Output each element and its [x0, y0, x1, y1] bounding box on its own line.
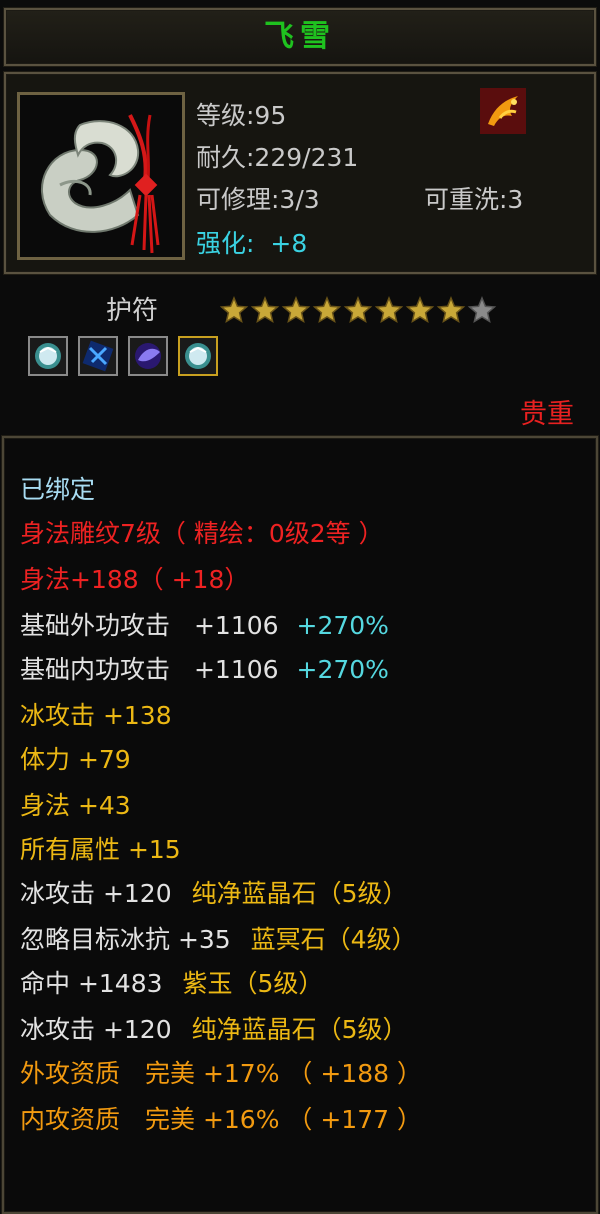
item-enhance: 强化: +8: [196, 224, 307, 260]
item-durability: 耐久:229/231: [196, 143, 359, 172]
gem1-name: 纯净蓝晶石（5级）: [191, 879, 408, 908]
item-type: 护符: [106, 296, 159, 326]
engraving-bonus-line: 身法+188（ +18）: [20, 565, 250, 594]
base-ext-label: 基础外功攻击: [20, 611, 171, 640]
jade-fox-tail-amulet-icon: [20, 95, 182, 257]
enhance-label: 强化:: [196, 229, 255, 258]
stamina: 体力 +79: [20, 745, 131, 774]
base-internal-attack: 基础内功攻击 +1106 +270%: [20, 650, 389, 686]
bound-status: 已绑定: [20, 475, 96, 504]
gem3-name: 紫玉（5级）: [182, 969, 324, 998]
gem-attribute-3: 命中 +1483 紫玉（5级）: [20, 964, 323, 1000]
phoenix-emblem-icon[interactable]: [480, 88, 526, 134]
attribute-panel: 已绑定 身法雕纹7级（ 精绘：0级2等 ） 身法+188（ +18） 基础外功攻…: [2, 436, 598, 1214]
star-filled-icon: [312, 296, 342, 324]
gem-socket-3[interactable]: [128, 336, 168, 376]
star-filled-icon: [250, 296, 280, 324]
agility: 身法 +43: [20, 791, 131, 820]
item-level: 等级:95: [196, 101, 287, 130]
item-icon-frame[interactable]: [17, 92, 185, 260]
base-ext-value: +1106: [193, 611, 279, 640]
star-filled-icon: [405, 296, 435, 324]
star-filled-icon: [281, 296, 311, 324]
gem-attribute-1: 冰攻击 +120 纯净蓝晶石（5级）: [20, 874, 408, 910]
gem-socket-1[interactable]: [28, 336, 68, 376]
item-repairable: 可修理:3/3: [196, 185, 320, 214]
internal-aptitude: 内攻资质 完美 +16% （ +177 ）: [20, 1105, 422, 1134]
item-name: 飞雪: [264, 19, 336, 54]
ice-attack: 冰攻击 +138: [20, 701, 172, 730]
white-gem-icon: [185, 343, 211, 369]
base-int-pct: +270%: [296, 655, 389, 684]
item-rarity: 贵重: [520, 399, 574, 430]
external-aptitude: 外攻资质 完美 +17% （ +188 ）: [20, 1059, 422, 1088]
purple-gem-icon: [135, 343, 161, 369]
gem2-label: 忽略目标冰抗 +35: [20, 925, 231, 954]
star-filled-icon: [436, 296, 466, 324]
base-int-value: +1106: [193, 655, 279, 684]
item-rewash: 可重洗:3: [424, 185, 524, 214]
gem4-name: 纯净蓝晶石（5级）: [191, 1015, 408, 1044]
all-attributes: 所有属性 +15: [20, 835, 181, 864]
gem-socket-4[interactable]: [178, 336, 218, 376]
gem-attribute-2: 忽略目标冰抗 +35 蓝冥石（4级）: [20, 920, 417, 956]
star-rating: [219, 294, 510, 328]
gem3-label: 命中 +1483: [20, 969, 163, 998]
gem4-label: 冰攻击 +120: [20, 1015, 172, 1044]
base-external-attack: 基础外功攻击 +1106 +270%: [20, 606, 389, 642]
white-gem-icon: [35, 343, 61, 369]
blue-gem-icon: [82, 340, 114, 372]
gem1-label: 冰攻击 +120: [20, 879, 172, 908]
engraving-line: 身法雕纹7级（ 精绘：0级2等 ）: [20, 519, 384, 548]
gem-attribute-4: 冰攻击 +120 纯净蓝晶石（5级）: [20, 1010, 408, 1046]
gem2-name: 蓝冥石（4级）: [250, 925, 417, 954]
star-filled-icon: [219, 296, 249, 324]
enhance-value: +8: [270, 229, 308, 258]
item-info-panel: 等级:95 耐久:229/231 可修理:3/3 可重洗:3 强化: +8: [4, 72, 596, 274]
star-empty-icon: [467, 296, 497, 324]
star-filled-icon: [343, 296, 373, 324]
item-title-bar: 飞雪: [4, 8, 596, 66]
star-filled-icon: [374, 296, 404, 324]
base-ext-pct: +270%: [296, 611, 389, 640]
base-int-label: 基础内功攻击: [20, 655, 171, 684]
gem-socket-2[interactable]: [78, 336, 118, 376]
